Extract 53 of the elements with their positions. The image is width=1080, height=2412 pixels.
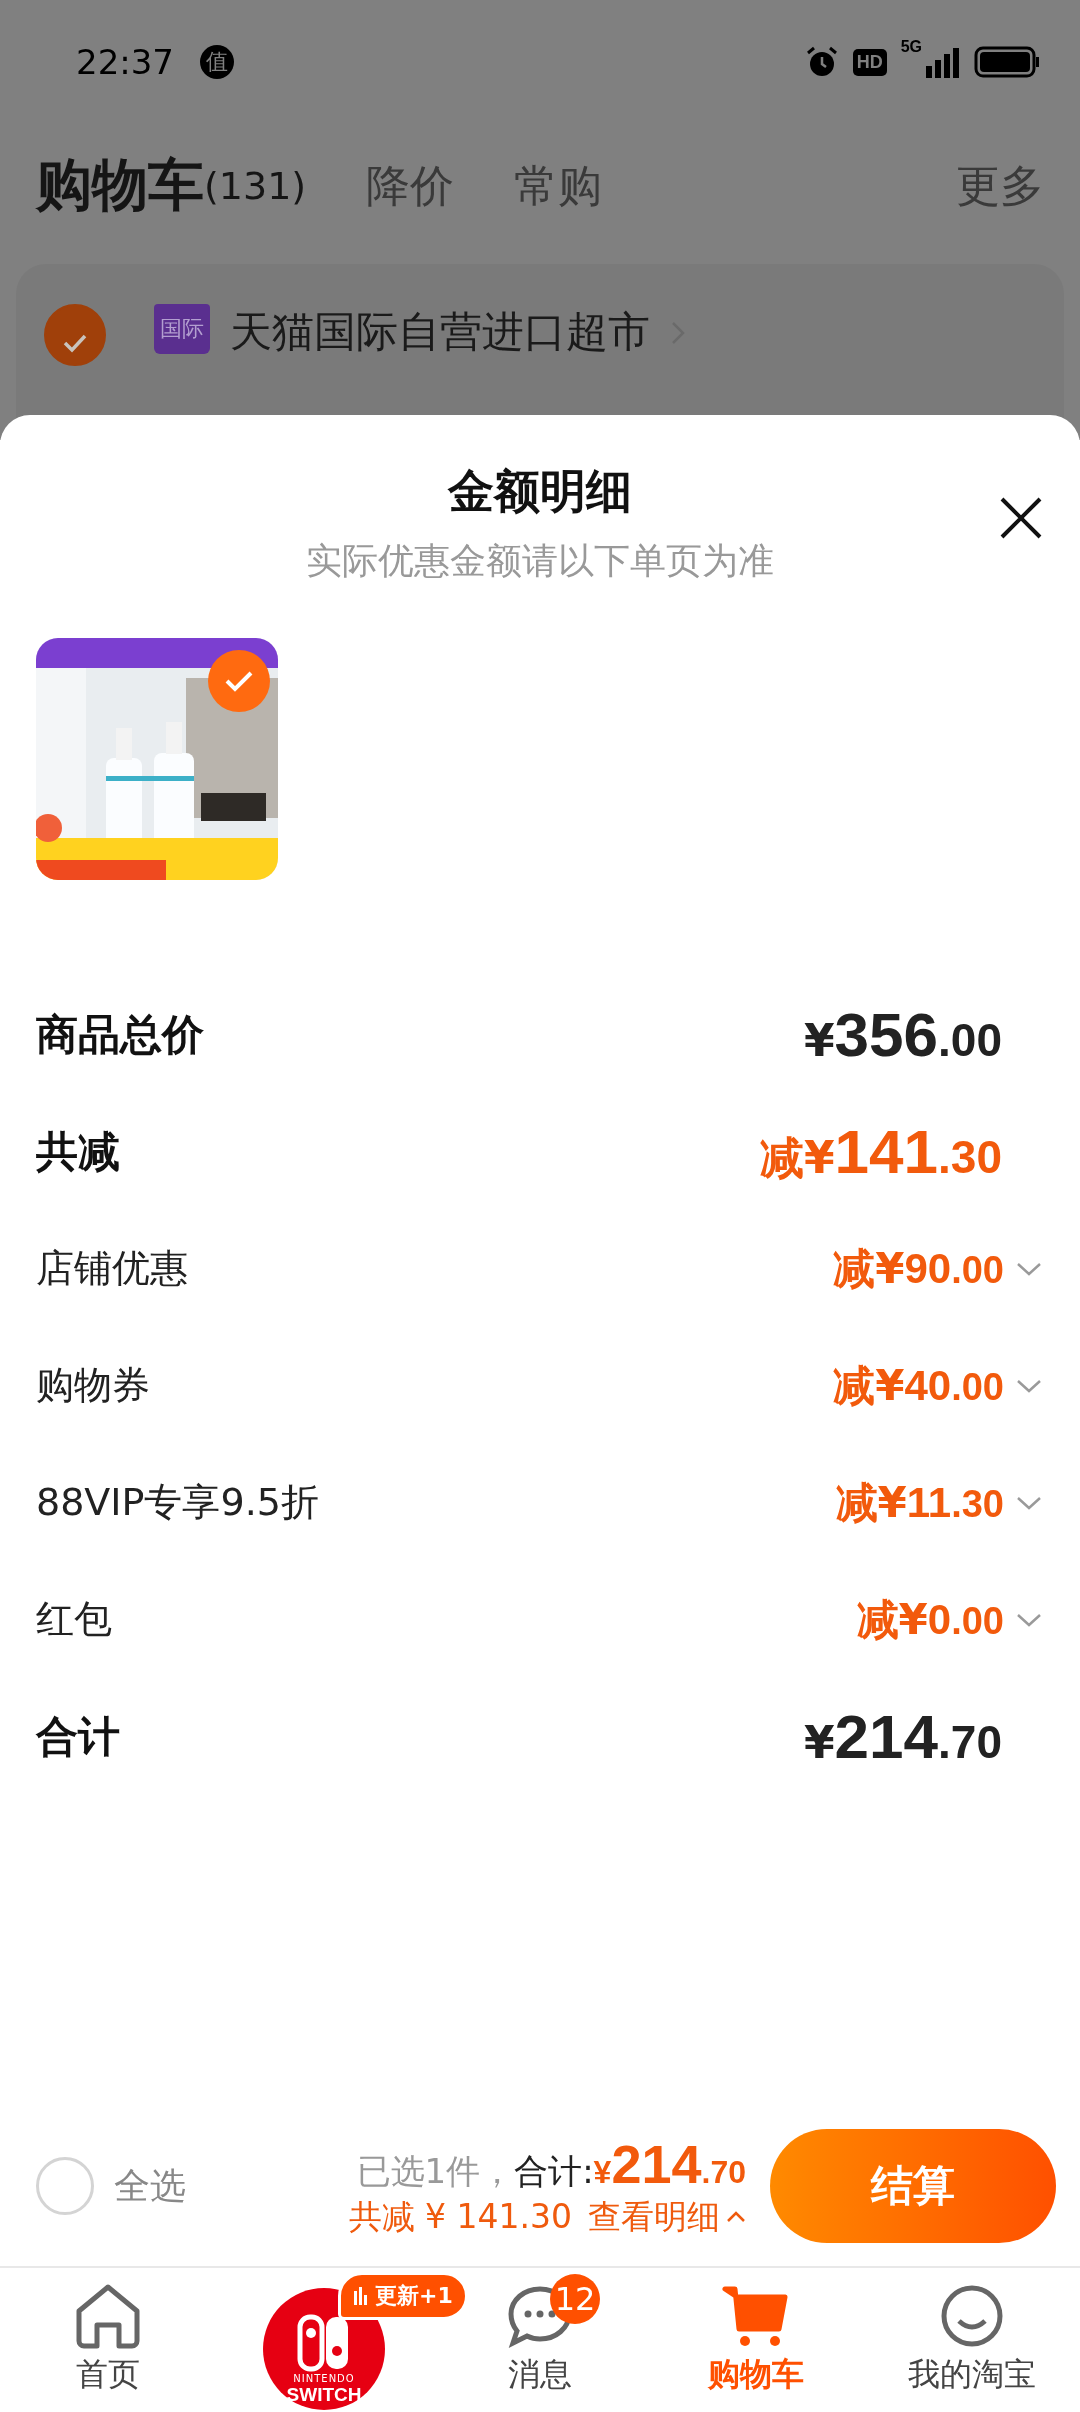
unread-badge: 12	[550, 2274, 600, 2324]
amount: 减¥0.00	[856, 1593, 1004, 1646]
notification-icon: 值	[200, 45, 234, 79]
bars-icon	[353, 2287, 369, 2305]
update-badge: 更新+1	[338, 2272, 468, 2320]
item-count: (131)	[204, 164, 307, 208]
savings-text: 共减 ¥ 141.30	[348, 2195, 572, 2238]
status-time: 22:37	[76, 42, 174, 82]
amount: ¥214.70	[803, 1701, 1002, 1772]
sheet-subtitle: 实际优惠金额请以下单页为准	[306, 539, 774, 583]
check-icon	[62, 333, 88, 353]
total-label: 合计:	[514, 2149, 594, 2193]
row-label: 共减	[36, 1125, 120, 1178]
battery-icon	[974, 46, 1040, 78]
amount: 减¥11.30	[835, 1476, 1004, 1529]
row-label: 购物券	[36, 1362, 150, 1409]
row-label: 88VIP专享9.5折	[36, 1479, 319, 1526]
amount: 减¥40.00	[833, 1359, 1004, 1412]
amount: ¥356.00	[803, 999, 1002, 1070]
close-icon[interactable]	[998, 495, 1044, 541]
amount: 减¥141.30	[759, 1115, 1002, 1188]
chevron-down-icon[interactable]	[1016, 1494, 1042, 1511]
logo-text: SWITCH	[286, 2384, 362, 2406]
checkout-button[interactable]: 结算	[770, 2129, 1056, 2243]
total-amount: ¥214.70	[593, 2132, 746, 2195]
row-label: 店铺优惠	[36, 1245, 188, 1292]
caret-up-icon	[726, 2210, 746, 2224]
sheet-title: 金额明细	[448, 463, 632, 520]
select-all-radio[interactable]	[36, 2157, 94, 2215]
row-label: 红包	[36, 1596, 112, 1643]
store-name[interactable]: 天猫国际自营进口超市	[230, 304, 650, 360]
hd-badge: HD	[852, 48, 887, 76]
header-tab[interactable]: 常购	[514, 156, 603, 216]
tab-item[interactable]: 首页	[73, 2283, 143, 2397]
store-tag: 国际	[154, 304, 210, 354]
chevron-down-icon[interactable]	[1016, 1377, 1042, 1394]
logo-text: NINTENDO	[293, 2373, 355, 2384]
select-all-label[interactable]: 全选	[114, 2161, 186, 2211]
more-button[interactable]: 更多	[956, 156, 1044, 216]
tab-item[interactable]: 我的淘宝	[908, 2283, 1036, 2397]
network-label: 5G	[900, 38, 922, 56]
alarm-icon	[804, 45, 839, 79]
chevron-down-icon[interactable]	[1016, 1611, 1042, 1628]
details-link[interactable]: 查看明细	[588, 2194, 746, 2240]
amount: 减¥90.00	[833, 1242, 1004, 1295]
tab-item[interactable]: 购物车	[708, 2283, 804, 2397]
header-tab[interactable]: 降价	[366, 156, 455, 216]
row-label: 商品总价	[36, 1008, 204, 1061]
row-label: 合计	[36, 1710, 120, 1763]
signal-icon	[926, 46, 960, 78]
page-title: 购物车	[36, 151, 204, 219]
selected-count: 已选1件，	[356, 2149, 515, 2193]
chevron-down-icon[interactable]	[1016, 1260, 1042, 1277]
